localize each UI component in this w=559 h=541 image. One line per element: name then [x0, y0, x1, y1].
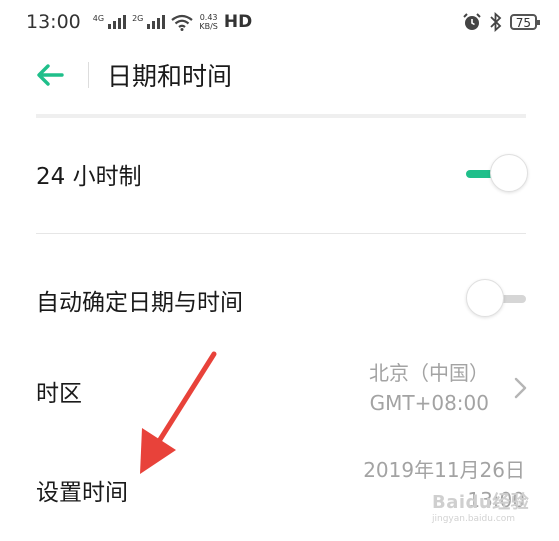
- title-divider: [88, 62, 89, 88]
- alarm-icon: [463, 13, 481, 30]
- back-button[interactable]: [36, 63, 66, 87]
- signal-2g-icon: 2G: [132, 14, 166, 29]
- wifi-icon: [171, 14, 194, 31]
- signal-2g-label: 2G: [132, 14, 144, 23]
- set-time-date: 2019年11月26日: [363, 458, 525, 482]
- auto-datetime-label: 自动确定日期与时间: [36, 290, 243, 316]
- bluetooth-icon: [490, 12, 502, 32]
- hour24-label: 24 小时制: [36, 164, 142, 190]
- title-bar: 日期和时间: [0, 52, 559, 98]
- chevron-right-icon: [514, 377, 527, 399]
- row-divider: [36, 233, 526, 234]
- hd-indicator: HD: [223, 12, 253, 32]
- back-arrow-icon: [37, 64, 64, 86]
- set-time-label: 设置时间: [36, 480, 128, 506]
- signal-4g-label: 4G: [92, 14, 105, 23]
- speed-unit: KB/S: [199, 22, 218, 31]
- annotation-arrow-icon: [140, 351, 217, 474]
- timezone-gmt: GMT+08:00: [369, 391, 489, 415]
- status-right: 75: [462, 12, 541, 32]
- battery-icon: 75: [509, 14, 541, 30]
- status-time: 13:00: [26, 11, 81, 33]
- timezone-label: 时区: [36, 381, 82, 407]
- auto-datetime-toggle[interactable]: [466, 279, 528, 319]
- status-left: 13:00 4G 2G 0.43 KB/S HD: [26, 11, 252, 33]
- watermark-sub: jingyan.baidu.com: [432, 514, 516, 524]
- hour24-toggle-knob: [490, 154, 528, 192]
- speed-value: 0.43: [199, 13, 218, 22]
- signal-4g-icon: 4G: [92, 14, 127, 29]
- status-bar: 13:00 4G 2G 0.43 KB/S HD 75: [0, 0, 559, 44]
- network-speed: 0.43 KB/S: [199, 13, 218, 31]
- timezone-city: 北京（中国）: [369, 361, 489, 385]
- auto-toggle-knob: [466, 279, 504, 317]
- header-divider: [36, 114, 526, 118]
- timezone-value: 北京（中国） GMT+08:00: [369, 358, 489, 418]
- page-title: 日期和时间: [107, 62, 233, 91]
- hour24-toggle[interactable]: [466, 154, 528, 194]
- watermark-text: Baidu经验: [432, 492, 530, 513]
